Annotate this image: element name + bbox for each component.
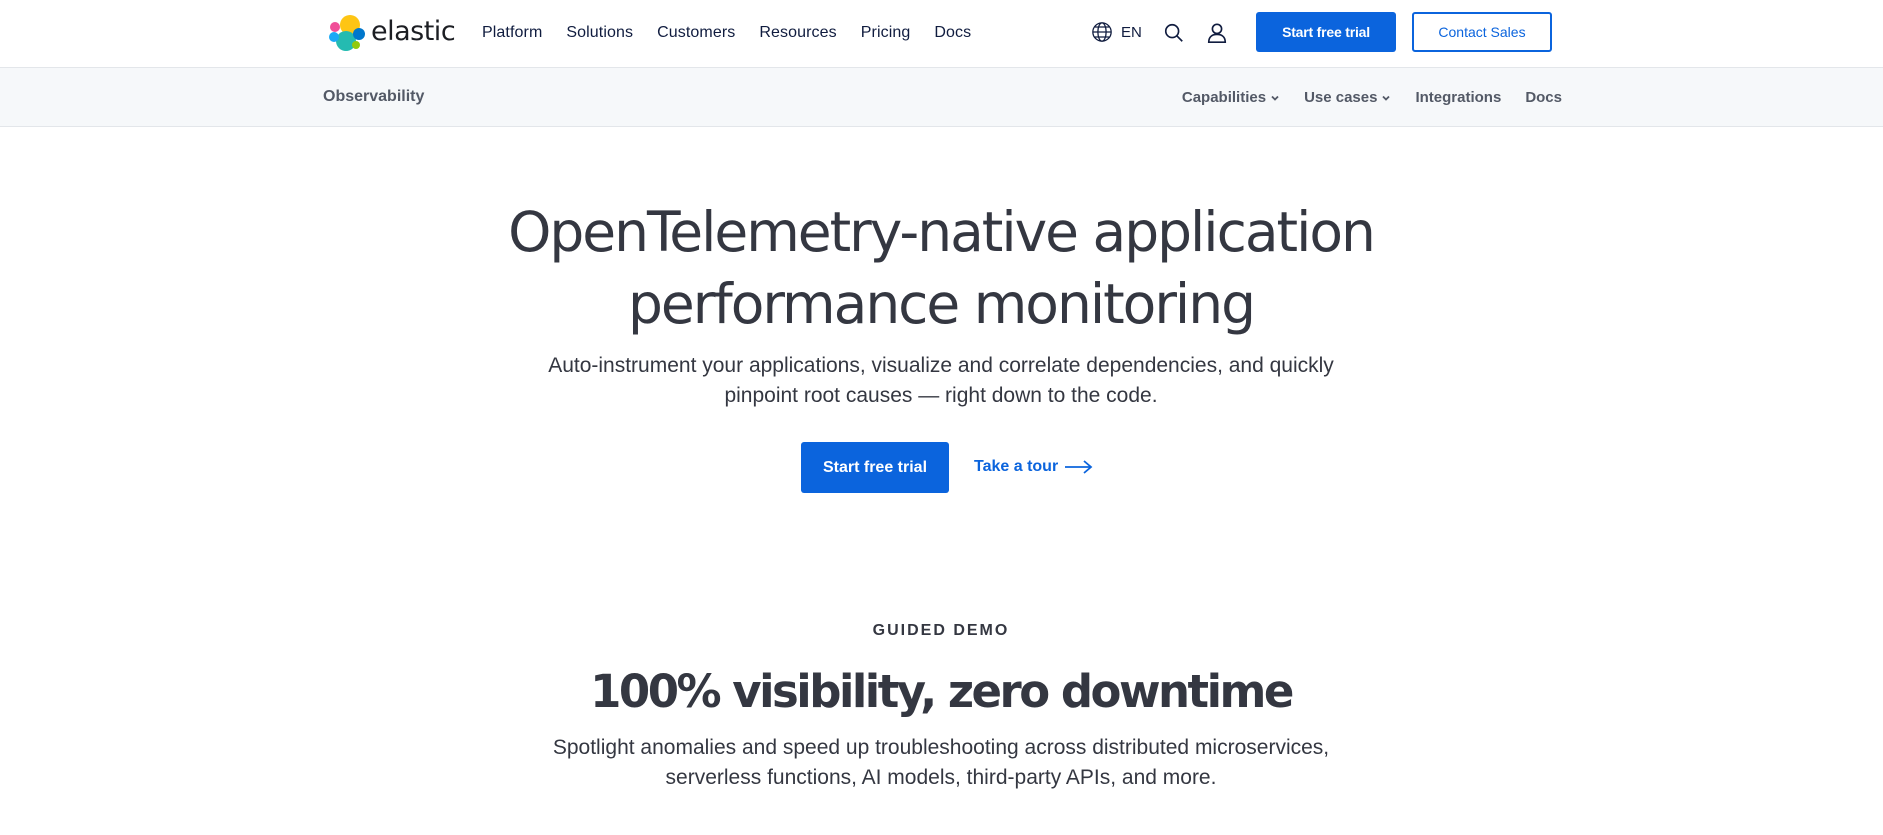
subnav-item-capabilities[interactable]: Capabilities — [1182, 89, 1280, 106]
start-trial-button-hero[interactable]: Start free trial — [801, 442, 949, 493]
subnav-item-docs[interactable]: Docs — [1525, 89, 1562, 106]
elastic-logo[interactable]: elastic — [326, 13, 456, 53]
product-subnav: Observability Capabilities Use cases Int… — [0, 68, 1883, 127]
hero-title-line2: performance monitoring — [628, 272, 1256, 336]
hero-subtitle-line2: pinpoint root causes — right down to the… — [724, 384, 1158, 407]
subnav-item-use-cases[interactable]: Use cases — [1304, 89, 1391, 106]
account-button[interactable] — [1205, 21, 1229, 45]
nav-resources[interactable]: Resources — [759, 24, 836, 42]
elastic-logo-icon — [329, 15, 365, 51]
hero-title: OpenTelemetry-native application perform… — [441, 196, 1441, 340]
nav-customers[interactable]: Customers — [657, 24, 735, 42]
demo-subtitle: Spotlight anomalies and speed up trouble… — [530, 733, 1352, 793]
user-icon — [1207, 23, 1227, 43]
hero-subtitle: Auto-instrument your applications, visua… — [520, 351, 1362, 411]
nav-solutions[interactable]: Solutions — [566, 24, 633, 42]
subnav-item-label: Integrations — [1415, 89, 1502, 106]
language-label: EN — [1121, 23, 1142, 41]
arrow-right-icon — [1065, 460, 1093, 474]
chevron-down-icon — [1382, 95, 1391, 101]
subnav-item-integrations[interactable]: Integrations — [1415, 89, 1501, 106]
subnav-item-label: Use cases — [1304, 89, 1378, 106]
top-navigation: elastic Platform Solutions Customers Res… — [0, 0, 1883, 68]
globe-icon — [1092, 22, 1112, 42]
hero-subtitle-line1: Auto-instrument your applications, visua… — [548, 354, 1334, 377]
demo-title: 100% visibility, zero downtime — [590, 665, 1294, 718]
brand-name: elastic — [371, 15, 456, 47]
demo-subtitle-line2: serverless functions, AI models, third-p… — [665, 766, 1217, 789]
search-icon — [1164, 23, 1183, 42]
subnav-item-label: Capabilities — [1181, 89, 1267, 106]
search-button[interactable] — [1162, 21, 1186, 45]
contact-sales-button[interactable]: Contact Sales — [1412, 12, 1552, 52]
language-selector[interactable]: EN — [1091, 21, 1142, 43]
demo-subtitle-line1: Spotlight anomalies and speed up trouble… — [552, 736, 1330, 759]
nav-pricing[interactable]: Pricing — [861, 24, 911, 42]
take-tour-link[interactable]: Take a tour — [974, 458, 1094, 476]
take-tour-label: Take a tour — [974, 458, 1059, 475]
chevron-down-icon — [1271, 95, 1279, 101]
demo-eyebrow: GUIDED DEMO — [872, 622, 1010, 639]
subnav-links: Capabilities Use cases Integrations Docs — [1182, 68, 1562, 127]
nav-docs[interactable]: Docs — [934, 24, 971, 42]
hero-title-line1: OpenTelemetry-native application — [508, 200, 1376, 264]
nav-platform[interactable]: Platform — [482, 24, 542, 42]
subnav-item-label: Docs — [1525, 89, 1562, 106]
main-nav: Platform Solutions Customers Resources P… — [482, 0, 971, 65]
subnav-title[interactable]: Observability — [323, 88, 424, 106]
start-trial-button-header[interactable]: Start free trial — [1256, 12, 1396, 52]
